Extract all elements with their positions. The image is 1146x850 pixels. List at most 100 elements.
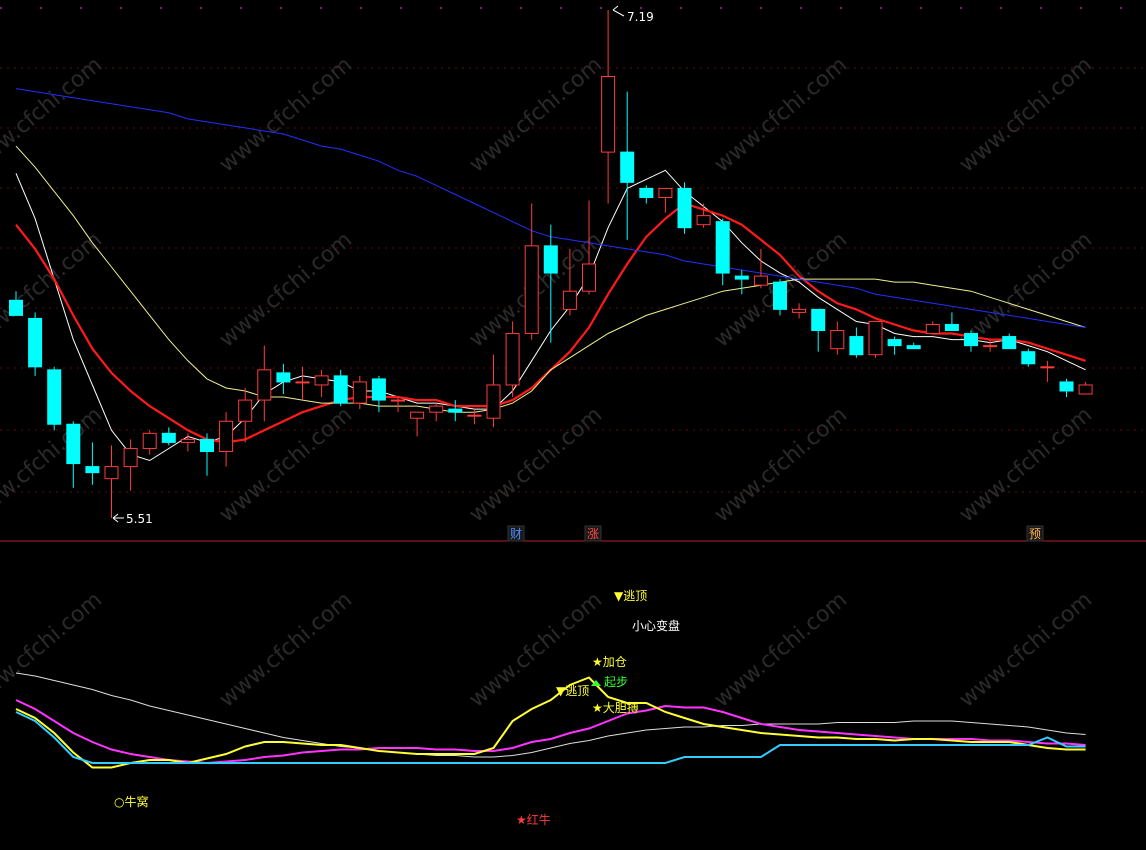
candle [47, 366, 62, 431]
candle-body [219, 420, 234, 452]
stock-chart-canvas: www.cfchi.com www.cfchi.com www.cfchi.com w… [0, 5, 1146, 827]
watermark-layer: www.cfchi.com www.cfchi.com www.cfchi.com w… [0, 52, 1097, 712]
candle [371, 375, 386, 413]
candle-body [887, 339, 902, 347]
signal-line [15, 699, 1086, 765]
candle [620, 91, 635, 240]
high-price-label: 7.19 [627, 10, 654, 24]
candle-body [830, 330, 845, 350]
signal-careful: 小心变盘 [632, 618, 680, 633]
candle-body [944, 323, 959, 332]
signal-line [15, 676, 1086, 769]
candle [180, 433, 195, 452]
event-tag-zhang[interactable]: 涨 [584, 525, 602, 542]
watermark-text: www.cfchi.com [215, 52, 357, 177]
candle [792, 303, 807, 319]
candle-body [467, 414, 482, 417]
candle-body [85, 466, 100, 474]
candle [830, 321, 845, 355]
candle-body [677, 187, 692, 229]
candle [161, 427, 176, 446]
candle-body [715, 221, 730, 274]
event-tag-cai[interactable]: 财 [507, 525, 525, 542]
low-price-marker: 5.51 [112, 512, 153, 526]
candle-body [505, 333, 520, 386]
candle-body [1059, 381, 1074, 392]
candle [200, 433, 214, 476]
event-tag-yu-text: 预 [1029, 527, 1041, 541]
candle [295, 366, 310, 401]
watermark-text: www.cfchi.com [0, 227, 107, 352]
candle-body [314, 375, 329, 386]
candle-body [906, 345, 921, 350]
candle-body [582, 263, 596, 292]
candle [639, 185, 654, 204]
candle-body [276, 372, 291, 383]
candle-body [773, 281, 787, 310]
candle-body [200, 438, 214, 452]
candle-body [9, 299, 23, 316]
candle [448, 400, 463, 422]
watermark-text: www.cfchi.com [955, 52, 1097, 177]
candle [658, 187, 673, 213]
candle-body [123, 447, 138, 468]
candle [753, 248, 768, 289]
signal-start: 起步 [591, 675, 628, 689]
candle-body [562, 290, 577, 310]
candle-body [47, 369, 62, 425]
candle-body [352, 381, 367, 404]
candle [1059, 378, 1074, 398]
candle [391, 397, 405, 413]
candle-body [1021, 351, 1036, 365]
candle [811, 308, 826, 352]
candle-body [161, 432, 176, 443]
candle [1002, 333, 1017, 350]
candle-body [295, 381, 310, 384]
candle [601, 10, 616, 204]
high-price-marker: 7.19 [612, 5, 654, 24]
watermark-text: www.cfchi.com [0, 52, 107, 177]
watermark-text: www.cfchi.com [955, 402, 1097, 527]
candle [925, 321, 940, 335]
candle-body [983, 345, 998, 348]
watermark-text: www.cfchi.com [215, 227, 357, 352]
watermark-text: www.cfchi.com [710, 52, 852, 177]
watermark-text: www.cfchi.com [0, 587, 107, 712]
candle [505, 321, 520, 398]
candle-body [28, 317, 43, 368]
candle [1040, 360, 1055, 382]
candle-body [524, 245, 539, 335]
signal-indicator-lines [15, 672, 1086, 769]
candle [524, 203, 539, 340]
candle-body [180, 438, 195, 443]
candle [123, 439, 138, 491]
event-tag-yu[interactable]: 预 [1026, 525, 1044, 542]
candle [142, 430, 157, 455]
candle-body [104, 466, 119, 480]
watermark-text: www.cfchi.com [710, 587, 852, 712]
candle [734, 270, 749, 295]
candle [677, 182, 692, 234]
watermark-text: www.cfchi.com [710, 402, 852, 527]
candle-body [448, 408, 463, 413]
candle [849, 327, 864, 358]
candle-body [964, 333, 978, 347]
signal-escape-top-2: ▼逃顶 [556, 684, 589, 698]
candle [104, 445, 119, 518]
candle-body [792, 308, 807, 313]
candle-body [486, 384, 501, 419]
candle [66, 421, 81, 488]
candle [314, 369, 329, 398]
candle-body [543, 245, 558, 274]
candle [1021, 348, 1036, 367]
candle-body [696, 215, 711, 226]
candle-body [1002, 336, 1017, 350]
candle-body [753, 275, 768, 286]
candle-body [429, 405, 444, 413]
watermark-text: www.cfchi.com [955, 587, 1097, 712]
candle-body [257, 369, 272, 401]
candle [238, 387, 253, 443]
signal-add-position: ★加仓 [592, 655, 627, 669]
event-tag-zhang-text: 涨 [587, 526, 599, 541]
candle [257, 345, 272, 422]
